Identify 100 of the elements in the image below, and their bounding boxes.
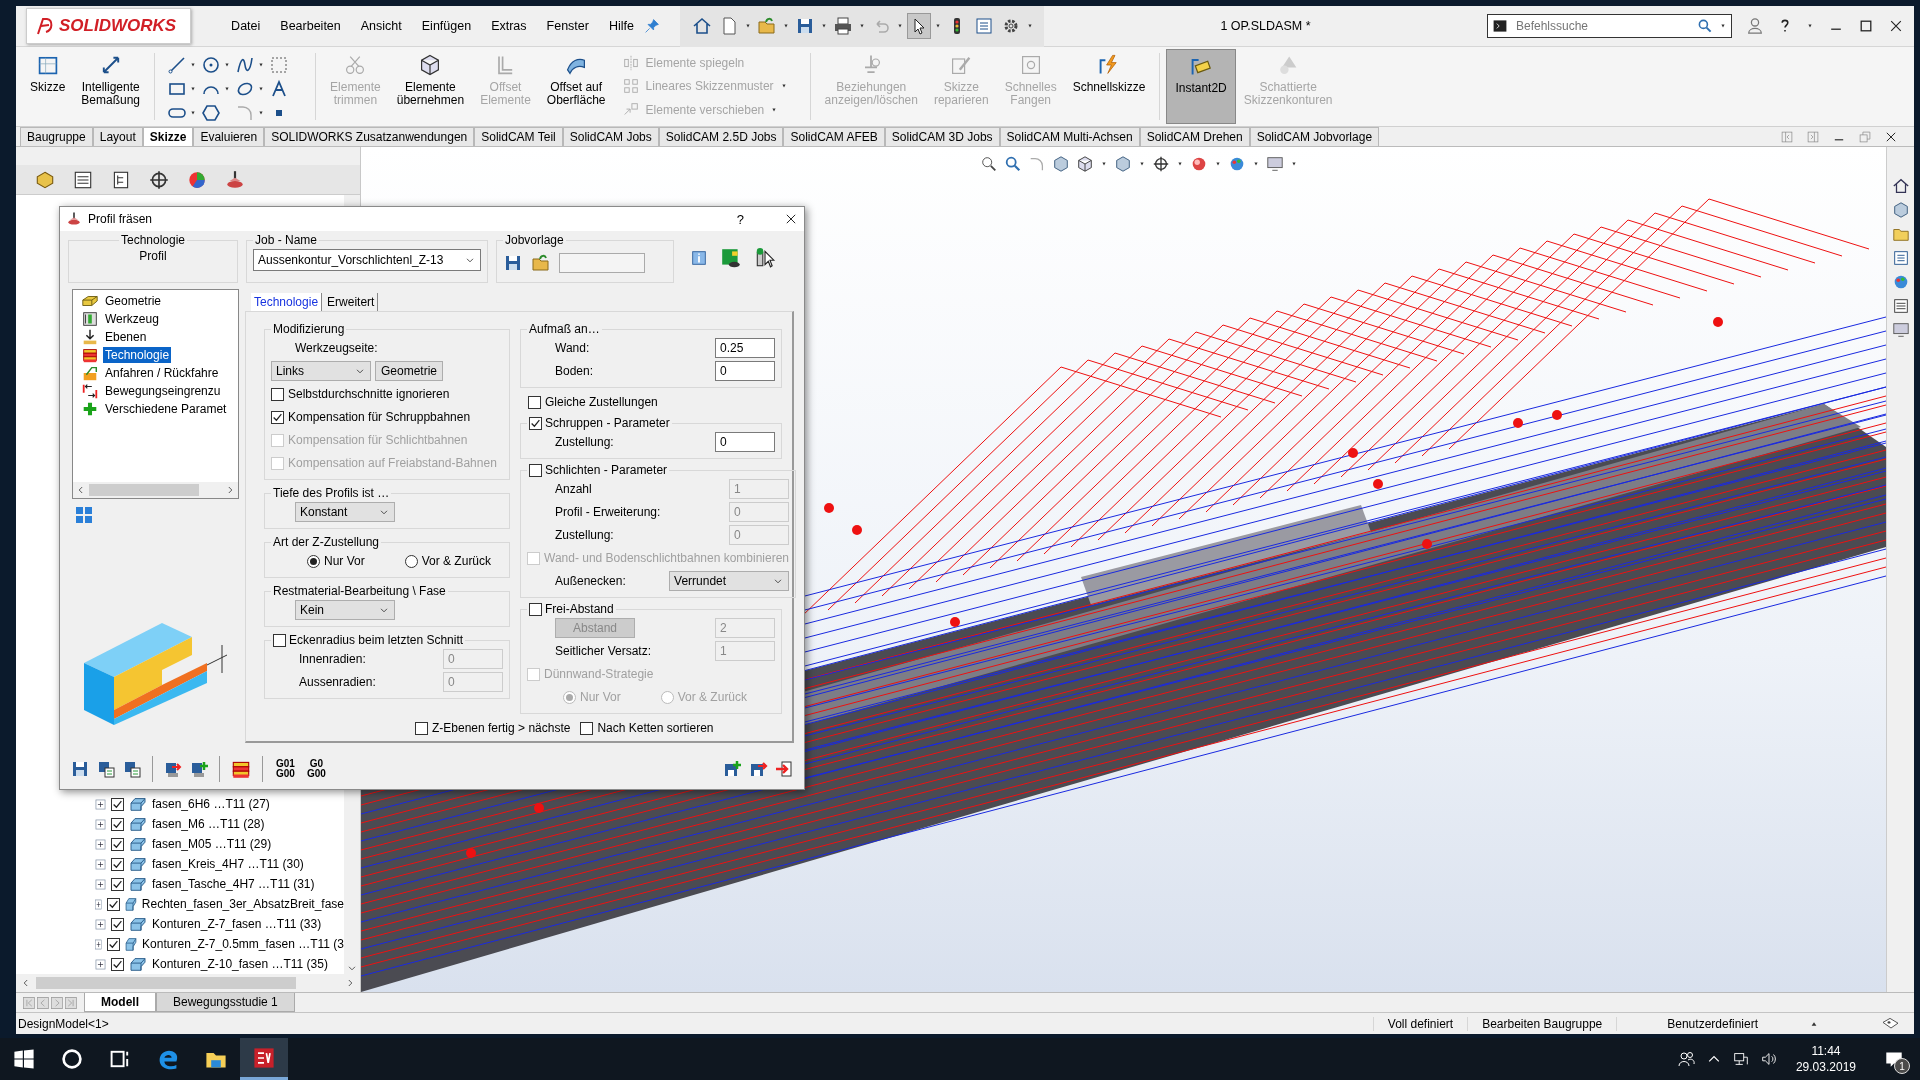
menu-item[interactable]: Einfügen [411,15,482,37]
add-icon[interactable] [189,759,209,779]
scrollbar-thumb[interactable] [36,977,296,989]
expand-icon[interactable] [94,797,107,811]
tree-item[interactable]: Technologie [103,347,172,363]
expand-icon[interactable] [94,837,107,851]
list-icon[interactable] [1891,249,1910,267]
tree-item[interactable]: Geometrie [103,293,164,309]
save-arrow-icon[interactable] [748,759,768,779]
monitor-icon[interactable] [1266,155,1284,173]
command-tab[interactable]: Layout [92,127,143,146]
command-tab[interactable]: SolidCAM 2.5D Jobs [658,127,784,146]
dropdown[interactable]: Kein [295,600,395,620]
cube-icon[interactable] [1891,201,1910,219]
checkbox[interactable] [529,602,542,616]
scrollbar-thumb[interactable] [89,484,199,496]
command-tab[interactable]: SolidCAM Jobs [562,127,659,146]
zoom-icon[interactable] [980,155,998,173]
save-add-icon[interactable] [722,759,742,779]
command-tab[interactable]: Skizze [142,127,194,146]
dialog-tab[interactable]: Erweitert [324,293,379,311]
monitor-icon[interactable] [1891,321,1910,339]
zoom-icon[interactable] [1004,155,1022,173]
mill-icon[interactable] [224,168,246,191]
info-icon[interactable] [690,249,708,267]
close-icon[interactable] [784,212,798,226]
ribbon-button[interactable]: Skizze [22,49,74,124]
checkbox[interactable] [111,917,124,931]
search-field[interactable]: Befehlssuche [1514,18,1691,34]
volume-icon[interactable] [1759,1050,1778,1068]
expand-icon[interactable] [94,957,107,971]
cube-icon[interactable] [1114,155,1132,173]
dialog-tab[interactable]: Technologie [251,293,323,311]
app-icon[interactable] [252,1045,276,1070]
checkbox[interactable] [529,463,542,477]
tree-item[interactable]: Konturen_Z-7_fasen …T11 (33) [152,917,322,931]
grid-icon[interactable] [74,505,94,525]
expand-icon[interactable] [94,817,107,831]
search-box[interactable]: Befehlssuche [1487,14,1732,38]
command-tab[interactable]: SolidCAM 3D Jobs [884,127,1000,146]
input-field[interactable] [559,252,645,273]
tree-item[interactable]: Konturen_Z-10_fasen …T11 (35) [152,957,328,971]
checkbox[interactable] [528,395,541,409]
menu-item[interactable]: Hilfe [598,15,644,37]
polygon-icon[interactable] [201,103,222,123]
expand-icon[interactable] [94,917,107,931]
input-field[interactable]: 0 [715,361,775,381]
spline-icon[interactable] [235,55,256,75]
tree-item[interactable]: fasen_Tasche_4H7 …T11 (31) [152,877,315,891]
viewer-icon[interactable] [720,247,742,269]
sphere-icon[interactable] [1190,155,1208,173]
clock-date[interactable]: 29.03.2019 [1795,1059,1856,1075]
open-folder-icon[interactable] [531,252,551,273]
checkbox[interactable] [415,721,428,735]
help-button[interactable]: ? [736,211,744,227]
menu-item[interactable]: Datei [221,15,271,37]
help-icon[interactable] [1778,18,1792,34]
view-tab[interactable]: Bewegungsstudie 1 [156,993,295,1012]
menu-item[interactable]: Fenster [536,15,599,37]
menu-item[interactable]: Ansicht [350,15,412,37]
input-field[interactable]: 0.25 [715,338,775,358]
search-icon[interactable] [1697,18,1713,34]
tree-item[interactable]: Ebenen [103,329,149,345]
list-icon[interactable] [1891,297,1910,315]
user-icon[interactable] [1746,17,1764,35]
start-icon[interactable] [12,1047,36,1071]
save-calculate-icon[interactable] [122,759,142,779]
maximize-icon[interactable] [1858,18,1874,34]
checkbox[interactable] [580,721,594,735]
cube-icon[interactable] [1076,155,1094,173]
open-icon[interactable] [756,16,777,36]
checkbox[interactable] [111,837,124,851]
checkbox[interactable] [273,633,286,647]
command-tab[interactable]: SolidCAM Teil [474,127,563,146]
checkbox[interactable] [111,817,124,831]
input-field[interactable]: 0 [715,432,775,452]
save-calculate-icon[interactable] [96,759,116,779]
command-tab[interactable]: Baugruppe [20,127,93,146]
checkbox[interactable] [111,797,124,811]
ribbon-button[interactable]: Intelligente Bemaßung [73,49,149,124]
tree-item[interactable]: fasen_Kreis_4H7 …T11 (30) [152,857,304,871]
circle-icon[interactable] [60,1047,84,1071]
circle-icon[interactable] [201,55,222,75]
clock-time[interactable]: 11:44 [1811,1043,1841,1059]
tree-item[interactable]: fasen_M05 …T11 (29) [152,837,272,851]
checkbox[interactable] [107,897,120,911]
ribbon-button[interactable]: Instant2D [1166,49,1236,124]
network-icon[interactable] [1731,1050,1750,1068]
checkbox[interactable] [111,957,124,971]
tree-item[interactable]: Verschiedene Paramet [103,401,229,417]
checkbox[interactable] [107,937,121,951]
ribbon-button[interactable]: Schnellskizze [1064,49,1154,124]
checkbox[interactable] [111,877,124,891]
status-text[interactable]: Benutzerdefiniert [1616,1016,1808,1031]
checkbox[interactable] [271,387,284,401]
tree-item[interactable]: fasen_M6 …T11 (28) [152,817,265,831]
expand-icon[interactable] [94,897,103,911]
pin-icon[interactable] [643,18,660,34]
crosshair-icon[interactable] [148,168,170,191]
tree-item[interactable]: Bewegungseingrenzu [103,383,223,399]
